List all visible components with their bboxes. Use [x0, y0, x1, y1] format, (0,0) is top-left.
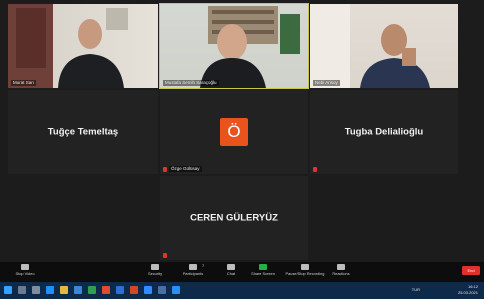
share-screen-button[interactable]: Share Screen: [244, 263, 282, 276]
participants-count: 7: [202, 263, 205, 268]
participant-video: [16, 8, 128, 88]
powerpoint-icon[interactable]: [102, 286, 110, 294]
participant-name: Mustafa Semih Saraçoğlu: [163, 80, 219, 86]
shield-icon: [151, 264, 159, 270]
participant-name: Özge Gülüsay: [169, 166, 202, 172]
meeting-gallery: Murat Sarı Mustafa Semih Saraçoğlu Nebi …: [0, 0, 484, 262]
task-view-icon[interactable]: [32, 286, 40, 294]
video-tile-nebi[interactable]: Nebi Arisoy: [310, 4, 458, 88]
video-tile-murat[interactable]: Murat Sarı: [8, 4, 158, 88]
end-meeting-button[interactable]: End: [462, 266, 480, 275]
participant-display-name: CEREN GÜLERYÜZ: [190, 212, 278, 224]
video-tile-tugce[interactable]: Tuğçe Temeltaş: [8, 90, 158, 174]
app-icon[interactable]: [130, 286, 138, 294]
participant-display-name: Tuğçe Temeltaş: [47, 126, 119, 138]
participant-video: [310, 4, 430, 88]
muted-mic-icon: [313, 167, 317, 172]
start-icon[interactable]: [4, 286, 12, 294]
excel-icon[interactable]: [88, 286, 96, 294]
file-explorer-icon[interactable]: [60, 286, 68, 294]
participant-display-name: Tugba Delialioğlu: [344, 126, 424, 138]
avatar: Ö: [220, 118, 248, 146]
store-icon[interactable]: [74, 286, 82, 294]
video-tile-ozge[interactable]: Ö Özge Gülüsay: [160, 90, 308, 174]
reaction-icon: [337, 264, 345, 270]
video-tile-mustafa[interactable]: Mustafa Semih Saraçoğlu: [159, 3, 309, 89]
participant-name: Nebi Arisoy: [313, 80, 340, 86]
app-icon[interactable]: [158, 286, 166, 294]
edge-icon[interactable]: [46, 286, 54, 294]
zoom-active-icon[interactable]: [172, 286, 180, 294]
video-tile-ceren[interactable]: CEREN GÜLERYÜZ: [160, 176, 308, 260]
record-button[interactable]: Pause/Stop Recording: [284, 263, 326, 276]
windows-taskbar: TUR 16:12 25.03.2021: [0, 282, 484, 299]
reactions-button[interactable]: Reactions: [322, 263, 360, 276]
participants-button[interactable]: Participants: [174, 263, 212, 276]
video-tile-tugba[interactable]: Tugba Delialioğlu: [310, 90, 458, 174]
security-button[interactable]: Security: [136, 263, 174, 276]
chat-icon: [227, 264, 235, 270]
stop-video-button[interactable]: Stop Video: [6, 263, 44, 276]
participants-icon: [189, 264, 197, 270]
word-icon[interactable]: [116, 286, 124, 294]
muted-mic-icon: [163, 167, 167, 172]
clock[interactable]: 16:12 25.03.2021: [458, 284, 478, 296]
meeting-toolbar: Stop Video Security Participants 7 Chat …: [0, 262, 484, 282]
muted-mic-icon: [163, 253, 167, 258]
zoom-icon[interactable]: [144, 286, 152, 294]
search-icon[interactable]: [18, 286, 26, 294]
participant-name: Murat Sarı: [11, 80, 37, 86]
share-screen-icon: [259, 264, 267, 270]
participant-video: [200, 6, 300, 88]
language-indicator[interactable]: TUR: [412, 287, 420, 292]
pause-stop-icon: [301, 264, 309, 270]
video-camera-icon: [21, 264, 29, 270]
